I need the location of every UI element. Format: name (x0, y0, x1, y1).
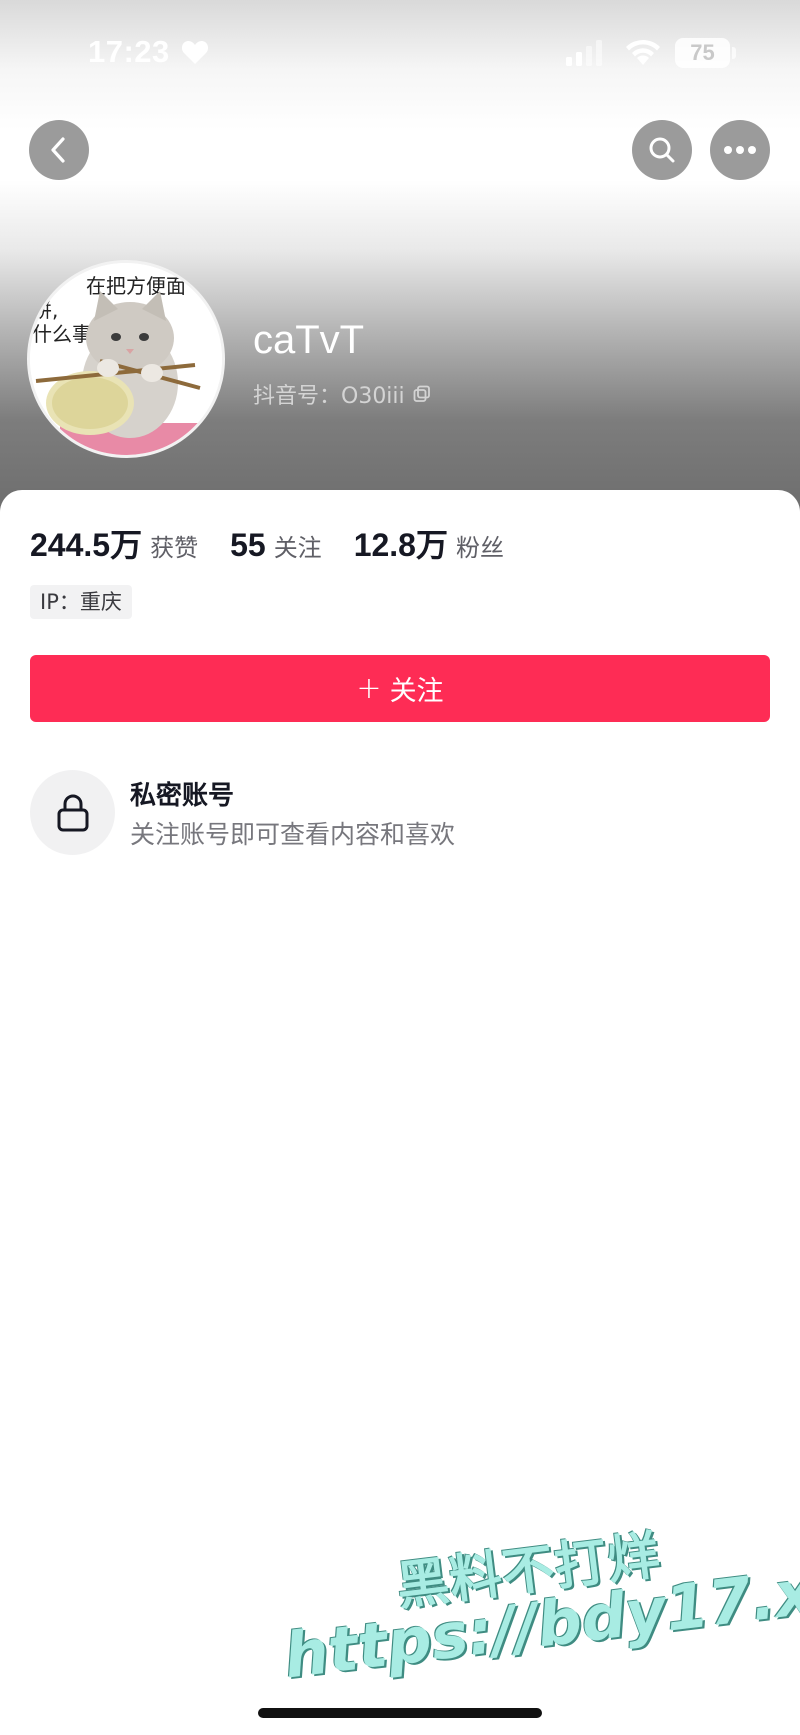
stat-likes[interactable]: 244.5万 获赞 (30, 520, 198, 566)
more-icon (724, 146, 756, 154)
likes-label: 获赞 (150, 534, 199, 562)
battery-indicator: 75 (675, 38, 730, 68)
follow-button[interactable]: + 关注 (30, 655, 770, 722)
signal-icon (566, 40, 602, 66)
heart-icon (181, 41, 209, 64)
cat-avatar-image: 在把方便面 饼, 什么事? (30, 263, 222, 455)
copy-icon[interactable] (413, 385, 431, 403)
profile-page: 17:23 75 在把方便面 饼, 什么事? caTvT 抖音号：O30iii … (0, 0, 800, 1735)
back-button[interactable] (29, 120, 89, 180)
stats-row: 244.5万 获赞 55 关注 12.8万 粉丝 (30, 520, 536, 566)
more-button[interactable] (710, 120, 770, 180)
search-button[interactable] (632, 120, 692, 180)
following-label: 关注 (273, 534, 322, 562)
douyin-id: 抖音号：O30iii (253, 384, 405, 409)
private-account-description: 关注账号即可查看内容和喜欢 (130, 820, 456, 849)
plus-icon: + (356, 671, 382, 706)
lock-icon (57, 794, 88, 831)
username: caTvT (253, 318, 365, 362)
chevron-left-icon (51, 137, 65, 163)
lock-badge (30, 770, 115, 855)
followers-count: 12.8万 (353, 527, 448, 563)
douyin-id-row[interactable]: 抖音号：O30iii (253, 378, 431, 410)
home-indicator[interactable] (258, 1708, 542, 1718)
avatar[interactable]: 在把方便面 饼, 什么事? (30, 263, 222, 455)
private-account-title: 私密账号 (130, 781, 235, 811)
likes-count: 244.5万 (30, 527, 143, 563)
wifi-icon (626, 39, 660, 65)
following-count: 55 (230, 527, 266, 563)
battery-cap (732, 47, 736, 59)
status-time: 17:23 (88, 34, 170, 69)
stat-followers[interactable]: 12.8万 粉丝 (354, 520, 504, 566)
ip-location-tag: IP：重庆 (30, 585, 132, 619)
stat-following[interactable]: 55 关注 (230, 527, 322, 564)
follow-button-label: 关注 (389, 676, 444, 707)
followers-label: 粉丝 (455, 534, 504, 562)
search-icon (649, 137, 675, 163)
